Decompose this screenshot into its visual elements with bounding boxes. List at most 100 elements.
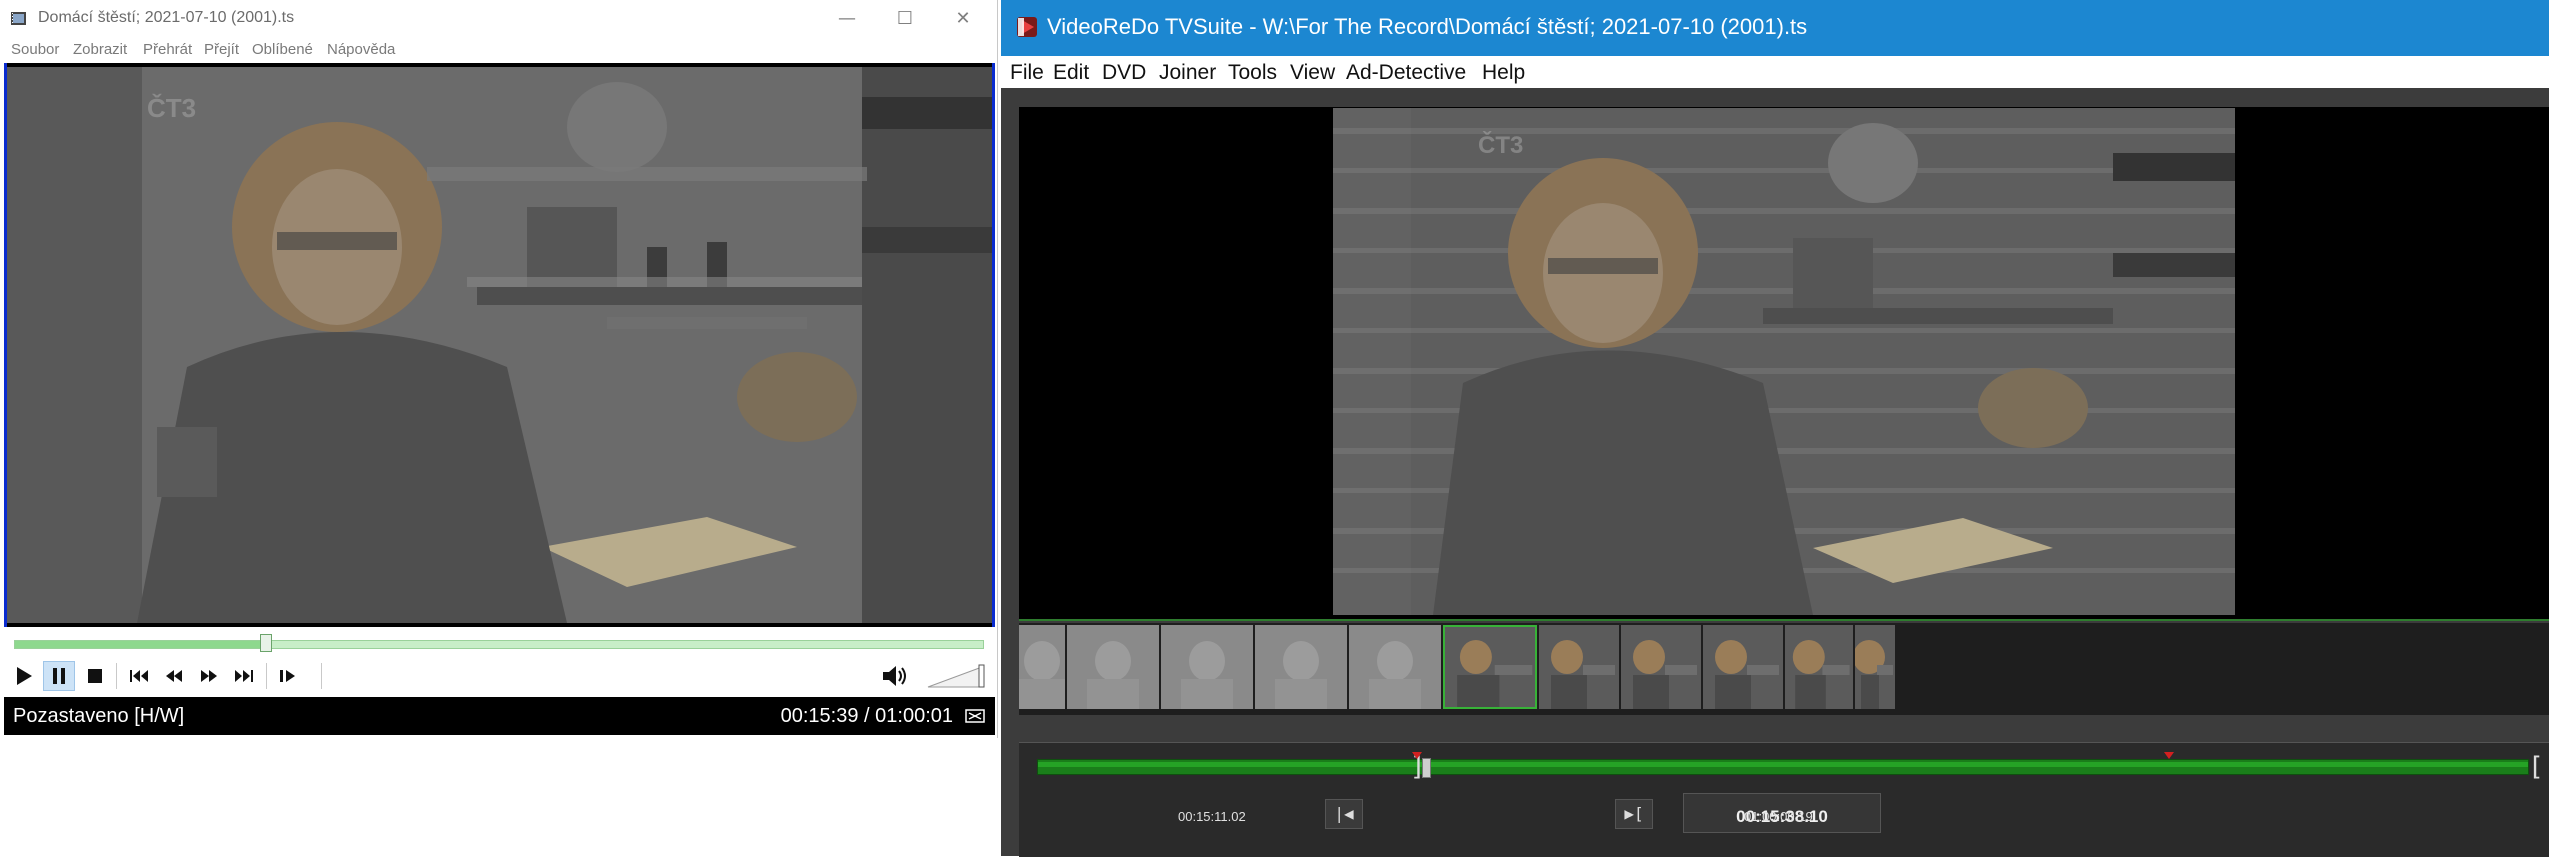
vrd-video-area[interactable]: ČT3: [1019, 107, 2549, 619]
vrd-main-area: ČT3 ] [ 00:15:11.02 |◀ 00:15:38.10 ▶[ 01…: [1001, 88, 2549, 857]
cut-marker[interactable]: [2164, 752, 2175, 759]
frame-lock-icon: [965, 709, 985, 723]
menu-prehrat[interactable]: Přehrát: [143, 41, 192, 58]
video-frame: ČT3: [7, 67, 992, 623]
rewind-icon: [166, 670, 182, 682]
menu-napoveda[interactable]: Nápověda: [327, 41, 395, 58]
mpc-menu-bar: Soubor Zobrazit Přehrát Přejít Oblíbené …: [0, 38, 997, 62]
control-bar: [4, 655, 995, 697]
menu-joiner[interactable]: Joiner: [1159, 61, 1216, 85]
thumbnail-image: [1539, 625, 1619, 709]
status-bar: Pozastaveno [H/W] 00:15:39 / 01:00:01: [4, 697, 995, 735]
frame-step-button[interactable]: [272, 661, 304, 691]
mpc-window: Domácí štěstí; 2021-07-10 (2001).ts — ☐ …: [0, 0, 998, 738]
svg-text:ČT3: ČT3: [1478, 131, 1523, 159]
thumbnail-image: [1621, 625, 1701, 709]
videoredo-window: VideoReDo TVSuite - W:\For The Record\Do…: [1001, 0, 2549, 857]
end-time: 01:00:00.19: [1744, 809, 1813, 824]
selection-start-time: 00:15:11.02: [1178, 809, 1246, 824]
video-divider: [1019, 619, 2549, 621]
close-button[interactable]: ✕: [934, 0, 992, 38]
selection-end-bracket[interactable]: [: [2528, 754, 2544, 780]
video-picture: ČT3: [7, 67, 992, 623]
filmstrip-thumbnail[interactable]: [1539, 625, 1619, 709]
seek-thumb[interactable]: [260, 634, 273, 652]
video-picture: ČT3: [1333, 108, 2235, 615]
vrd-title-bar[interactable]: VideoReDo TVSuite - W:\For The Record\Do…: [1001, 0, 2549, 56]
time-display[interactable]: 00:15:39 / 01:00:01: [781, 705, 953, 728]
menu-ad-detective[interactable]: Ad-Detective: [1346, 61, 1466, 85]
filmstrip-thumbnail[interactable]: [1703, 625, 1783, 709]
filmstrip: [1019, 623, 2549, 715]
stop-button[interactable]: [79, 661, 111, 691]
menu-oblibene[interactable]: Oblíbené: [252, 41, 313, 58]
mpc-title-bar[interactable]: Domácí štěstí; 2021-07-10 (2001).ts — ☐ …: [0, 0, 997, 38]
filmstrip-thumbnail[interactable]: [1621, 625, 1701, 709]
play-button[interactable]: [8, 661, 40, 691]
volume-slider-graphic: [927, 664, 985, 688]
filmstrip-thumbnail[interactable]: [1443, 625, 1537, 709]
video-area[interactable]: ČT3: [4, 63, 995, 627]
svg-text:ČT3: ČT3: [147, 93, 196, 123]
filmstrip-thumbnail[interactable]: [1855, 625, 1895, 709]
next-button[interactable]: [228, 661, 260, 691]
filmstrip-thumbnail[interactable]: [1349, 625, 1441, 709]
filmstrip-thumbnail[interactable]: [1161, 625, 1253, 709]
skip-forward-icon: [235, 670, 253, 682]
seek-bar[interactable]: [14, 640, 984, 649]
thumbnail-image: [1443, 625, 1537, 709]
film-icon: [11, 12, 26, 25]
menu-soubor[interactable]: Soubor: [11, 41, 59, 58]
filmstrip-thumbnail[interactable]: [1067, 625, 1159, 709]
volume-icon: [883, 666, 906, 686]
skip-back-icon: [130, 670, 148, 682]
thumbnail-image: [1369, 641, 1421, 709]
timeline-highlight: [1038, 762, 2528, 767]
thumbnail-image: [1275, 641, 1327, 709]
cut-marker[interactable]: [1411, 752, 1422, 759]
seek-bar-area: [4, 627, 995, 655]
separator: [266, 663, 267, 689]
window-title: Domácí štěstí; 2021-07-10 (2001).ts: [38, 9, 295, 26]
timeline-playhead[interactable]: [1421, 758, 1431, 778]
volume-slider[interactable]: [926, 663, 986, 689]
timeline-bar[interactable]: ] [: [1037, 752, 2544, 780]
filmstrip-thumbnail[interactable]: [1785, 625, 1853, 709]
menu-dvd[interactable]: DVD: [1102, 61, 1146, 85]
seek-bar-fill: [15, 641, 267, 648]
menu-prejit[interactable]: Přejít: [204, 41, 239, 58]
thumbnail-image: [1703, 625, 1783, 709]
previous-button[interactable]: [123, 661, 155, 691]
fast-forward-button[interactable]: [193, 661, 225, 691]
menu-zobrazit[interactable]: Zobrazit: [73, 41, 127, 58]
frame-step-icon: [280, 670, 295, 682]
video-frame: ČT3: [1333, 108, 2235, 615]
minimize-button[interactable]: —: [818, 0, 876, 38]
volume-button[interactable]: [879, 661, 911, 691]
filmstrip-thumbnail[interactable]: [1255, 625, 1347, 709]
playback-status: Pozastaveno [H/W]: [13, 705, 185, 727]
menu-tools[interactable]: Tools: [1228, 61, 1277, 85]
previous-marker-button[interactable]: |◀: [1325, 799, 1363, 829]
pause-button[interactable]: [43, 661, 75, 691]
next-marker-button[interactable]: ▶[: [1615, 799, 1653, 829]
rewind-button[interactable]: [158, 661, 190, 691]
menu-file[interactable]: File: [1010, 61, 1044, 85]
separator: [321, 663, 322, 689]
timeline-panel: ] [ 00:15:11.02 |◀ 00:15:38.10 ▶[ 01:00:…: [1019, 742, 2549, 857]
play-icon: [17, 667, 32, 685]
maximize-button[interactable]: ☐: [876, 0, 934, 38]
thumbnail-image: [1181, 641, 1233, 709]
menu-edit[interactable]: Edit: [1053, 61, 1089, 85]
videoredo-logo-icon: [1017, 17, 1037, 37]
pause-icon: [53, 668, 65, 684]
fast-forward-icon: [201, 670, 217, 682]
window-title: VideoReDo TVSuite - W:\For The Record\Do…: [1047, 14, 1808, 39]
thumbnail-image: [1087, 641, 1139, 709]
stop-icon: [88, 669, 102, 683]
filmstrip-thumbnail[interactable]: [1019, 625, 1065, 709]
thumbnail-image: [1019, 641, 1065, 709]
vrd-menu-bar: File Edit DVD Joiner Tools View Ad-Detec…: [1001, 56, 2549, 88]
menu-help[interactable]: Help: [1482, 61, 1525, 85]
menu-view[interactable]: View: [1290, 61, 1335, 85]
